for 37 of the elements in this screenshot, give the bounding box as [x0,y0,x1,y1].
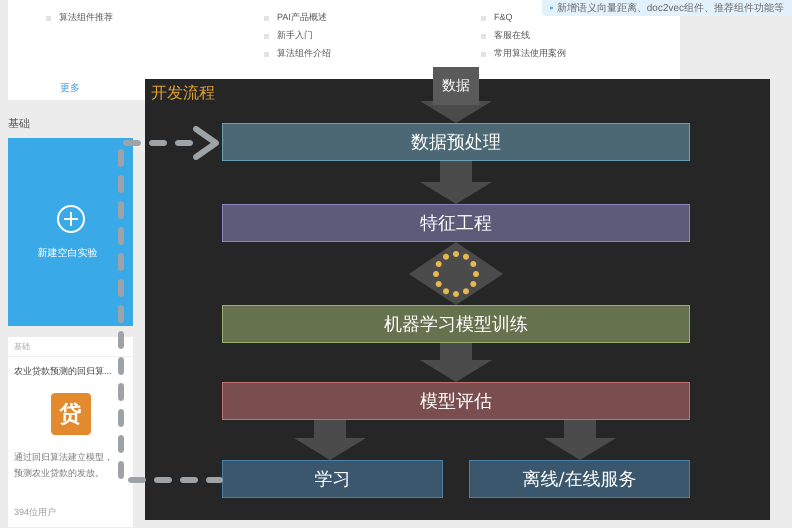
experiment-card[interactable]: 基础 农业贷款预测的回归算... 贷 通过回归算法建立模型，预测农业贷款的发放。 394位用户 [8,337,133,527]
bullet-icon [264,52,269,56]
card-title: 农业贷款预测的回归算... [14,365,112,378]
down-arrow [294,420,366,460]
plus-circle-icon [56,204,86,234]
flow-title: 开发流程 [151,82,215,104]
down-arrow [420,343,492,382]
help-link[interactable]: 新手入门 [277,29,313,43]
process-step: 模型评估 [222,382,690,420]
help-link[interactable]: 客服在线 [494,29,530,43]
bullet-icon [481,52,486,56]
process-step: 机器学习模型训练 [222,305,690,343]
tag-label: 基础 [14,340,30,352]
help-link[interactable]: 算法组件介绍 [277,47,331,61]
new-experiment-label: 新建空白实验 [38,246,98,260]
help-link[interactable]: PAI产品概述 [277,11,327,25]
process-step: 离线/在线服务 [469,460,690,498]
card-description: 通过回归算法建立模型，预测农业贷款的发放。 [14,450,114,480]
help-link[interactable]: F&Q [494,11,513,25]
data-node: 数据 [433,67,479,105]
bullet-icon [264,34,269,38]
bullet-icon [264,16,269,20]
process-step: 数据预处理 [222,123,690,161]
help-link[interactable]: 算法组件推荐 [59,11,113,25]
process-step: 学习 [222,460,443,498]
down-arrow [420,101,492,123]
bullet-icon [481,34,486,38]
down-arrow [420,161,492,204]
bullet-icon [46,16,51,20]
process-step: 特征工程 [222,204,690,242]
loan-icon: 贷 [50,392,90,434]
user-count: 394位用户 [13,506,58,518]
help-link[interactable]: 常用算法使用案例 [494,47,566,61]
notification-text: 新增语义向量距离、doc2vec组件、推荐组件功能等 [556,2,784,16]
down-arrow [544,420,616,460]
bullet-icon [481,16,486,20]
section-title: 基础 [8,117,30,132]
